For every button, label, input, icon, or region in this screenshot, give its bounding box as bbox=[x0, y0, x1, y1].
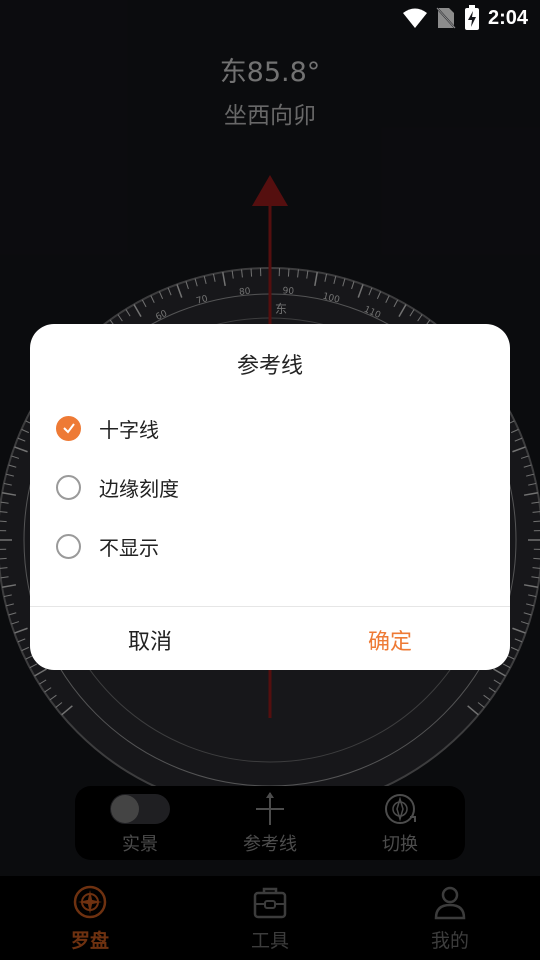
wifi-icon bbox=[402, 7, 428, 29]
dialog-divider bbox=[30, 606, 510, 607]
confirm-button[interactable]: 确定 bbox=[270, 624, 510, 656]
option-label: 不显示 bbox=[99, 535, 159, 560]
option-label: 十字线 bbox=[99, 417, 159, 442]
radio-unchecked-icon[interactable] bbox=[56, 533, 81, 559]
option-label: 边缘刻度 bbox=[99, 476, 179, 501]
status-bar: 2:04 bbox=[0, 0, 540, 36]
option-edge-scale[interactable]: 边缘刻度 bbox=[56, 467, 179, 507]
status-time: 2:04 bbox=[487, 6, 528, 29]
option-crosshair[interactable]: 十字线 bbox=[56, 408, 159, 448]
cancel-button[interactable]: 取消 bbox=[30, 624, 270, 656]
radio-checked-icon[interactable] bbox=[56, 415, 81, 441]
reference-line-dialog: 参考线 十字线 边缘刻度 不显示 取消 确定 bbox=[30, 324, 510, 670]
radio-unchecked-icon[interactable] bbox=[56, 474, 81, 500]
battery-charging-icon bbox=[464, 5, 480, 31]
no-sim-icon bbox=[436, 6, 456, 30]
option-hide[interactable]: 不显示 bbox=[56, 526, 159, 566]
dialog-title: 参考线 bbox=[236, 354, 303, 379]
